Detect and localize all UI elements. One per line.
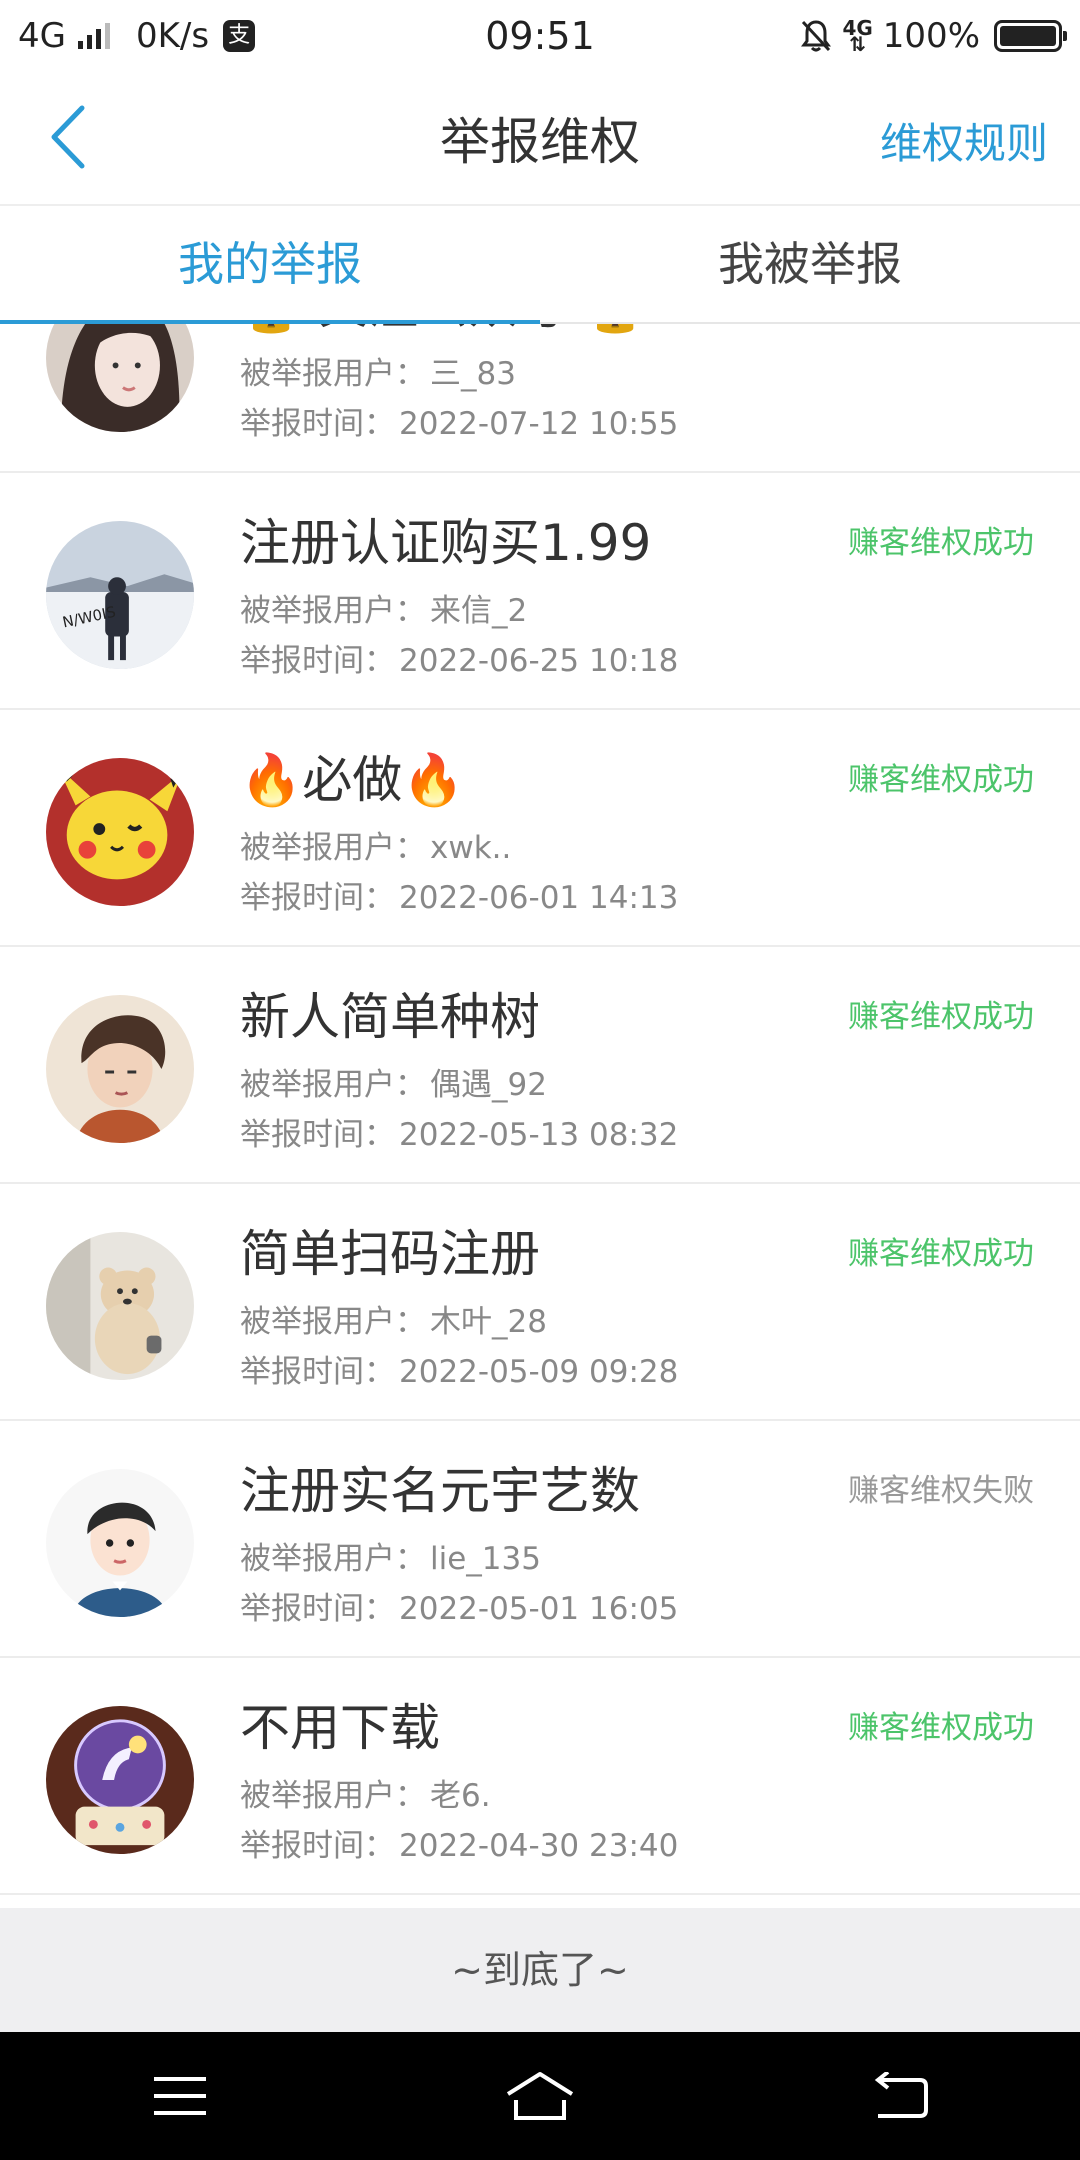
nav-bar: 举报维权 维权规则 (0, 72, 1080, 204)
task-title: 不用下载 (240, 1699, 440, 1757)
signal-icon (77, 23, 110, 49)
report-time: 举报时间： 2022-05-09 09:28 (240, 1354, 679, 1390)
reported-user: 被举报用户： 木叶_28 (240, 1304, 547, 1340)
tab-label: 我被举报 (718, 237, 902, 291)
avatar-crystal-ball (46, 1706, 194, 1854)
report-item[interactable]: 🔥必做🔥 赚客维权成功被举报用户： xwk.. 举报时间： 2022-06-01 14:… (0, 710, 1080, 947)
system-nav-bar (0, 2032, 1080, 2160)
report-time: 举报时间： 2022-04-30 23:40 (240, 1828, 679, 1864)
status-badge: 赚客维权失败 (848, 1473, 1034, 1509)
report-time: 举报时间： 2022-06-01 14:13 (240, 880, 679, 916)
task-title: 🔒 关注公众号 🔒 (240, 322, 646, 338)
home-icon[interactable] (495, 2066, 585, 2126)
rules-link[interactable]: 维权规则 (880, 110, 1048, 171)
tab-my-reports[interactable]: 我的举报 (0, 206, 540, 324)
status-bar: 4G 0K/s 支 09:51 4G ⇅ 100% (0, 0, 1080, 72)
report-item[interactable]: 不用下载 赚客维权成功被举报用户： 老6. 举报时间： 2022-04-30 23:40 (0, 1658, 1080, 1895)
report-time: 举报时间： 2022-05-13 08:32 (240, 1117, 679, 1153)
avatar-girl (46, 322, 194, 432)
avatar-cartoon-boy (46, 1469, 194, 1617)
list-end-indicator: ~到底了~ (0, 1908, 1080, 2032)
network-4g-icon: 4G ⇅ (842, 16, 873, 56)
tab-reported-me[interactable]: 我被举报 (540, 206, 1080, 322)
reported-user: 被举报用户： xwk.. (240, 830, 512, 866)
report-time: 举报时间： 2022-05-01 16:05 (240, 1591, 679, 1627)
report-list[interactable]: 🔒 关注公众号 🔒 赚客维权失败 被举报用户：三_83 举报时间：2022-07-12… (0, 322, 1080, 1908)
report-item[interactable]: 🔒 关注公众号 🔒赚客维权失败被举报用户：三_83举报时间：2022-07-12… (0, 322, 1080, 473)
clock: 09:51 (485, 14, 595, 58)
tab-active-indicator (0, 320, 540, 324)
reported-user: 被举报用户： 来信_2 (240, 593, 528, 629)
avatar-snow: N/W0IS (46, 521, 194, 669)
task-title: 🔥必做🔥 (240, 751, 465, 809)
report-item[interactable]: 新人简单种树 赚客维权成功被举报用户： 偶遇_92 举报时间： 2022-05-13 0… (0, 947, 1080, 1184)
battery-percent: 100% (882, 16, 980, 56)
status-badge: 赚客维权成功 (848, 762, 1034, 798)
report-item[interactable]: 注册实名元宇艺数 赚客维权失败被举报用户： lie_135 举报时间： 2022-05-… (0, 1421, 1080, 1658)
report-item[interactable]: 简单扫码注册 赚客维权成功被举报用户： 木叶_28 举报时间： 2022-05-09 0… (0, 1184, 1080, 1421)
task-title: 新人简单种树 (240, 988, 540, 1046)
task-title: 简单扫码注册 (240, 1225, 540, 1283)
reported-user: 被举报用户： lie_135 (240, 1541, 541, 1577)
task-title: 注册认证购买1.99 (240, 514, 652, 572)
status-badge: 赚客维权成功 (848, 1710, 1034, 1746)
task-title: 注册实名元宇艺数 (240, 1462, 640, 1520)
back-nav-icon[interactable] (855, 2066, 945, 2126)
alipay-icon: 支 (223, 20, 256, 52)
status-badge: 赚客维权成功 (848, 999, 1034, 1035)
battery-icon (994, 20, 1067, 52)
status-badge: 赚客维权成功 (848, 525, 1034, 561)
menu-icon[interactable] (135, 2066, 225, 2126)
report-item[interactable]: N/W0IS 注册认证购买1.99 赚客维权成功被举报用户： 来信_2 举报时间： 202… (0, 473, 1080, 710)
tab-label: 我的举报 (178, 237, 362, 291)
avatar-anime-boy (46, 995, 194, 1143)
mute-bell-icon (801, 20, 832, 52)
status-badge: 赚客维权成功 (848, 1236, 1034, 1272)
report-time: 举报时间： 2022-07-12 10:55 (240, 406, 679, 442)
reported-user: 被举报用户： 老6. (240, 1778, 491, 1814)
reported-user: 被举报用户： 三_83 (240, 356, 516, 392)
network-speed: 0K/s (135, 16, 210, 56)
tab-bar: 我的举报 我被举报 (0, 204, 1080, 324)
network-type: 4G (18, 16, 66, 56)
avatar-pikachu (46, 758, 194, 906)
reported-user: 被举报用户： 偶遇_92 (240, 1067, 547, 1103)
report-time: 举报时间： 2022-06-25 10:18 (240, 643, 679, 679)
avatar-bear (46, 1232, 194, 1380)
